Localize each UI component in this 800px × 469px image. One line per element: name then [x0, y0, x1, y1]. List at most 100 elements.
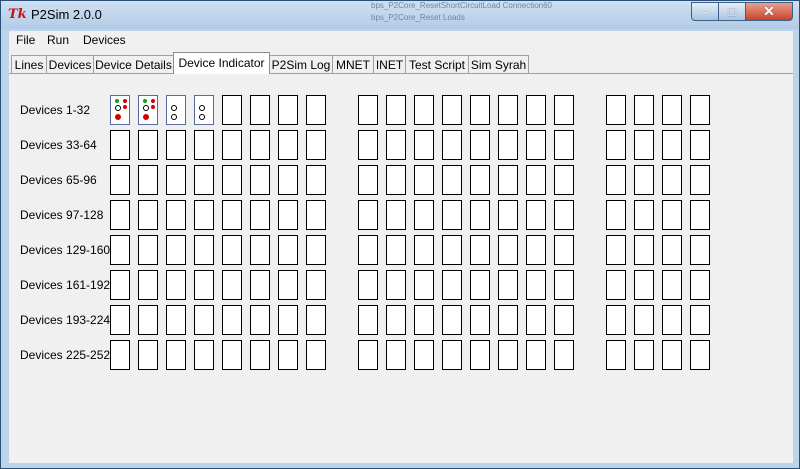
device-indicator-cell[interactable]: [554, 95, 574, 125]
device-indicator-cell[interactable]: [442, 200, 462, 230]
device-indicator-cell[interactable]: [470, 340, 490, 370]
menu-devices[interactable]: Devices: [83, 33, 126, 47]
device-indicator-cell[interactable]: [442, 235, 462, 265]
device-indicator-cell[interactable]: [138, 235, 158, 265]
device-indicator-cell[interactable]: [470, 270, 490, 300]
device-indicator-cell[interactable]: [194, 340, 214, 370]
device-indicator-cell[interactable]: [526, 200, 546, 230]
device-indicator-cell[interactable]: [250, 130, 270, 160]
device-indicator-cell[interactable]: [634, 200, 654, 230]
device-indicator-cell[interactable]: [194, 130, 214, 160]
device-indicator-cell[interactable]: [414, 305, 434, 335]
device-indicator-cell[interactable]: [526, 95, 546, 125]
device-indicator-cell[interactable]: [690, 200, 710, 230]
device-indicator-cell[interactable]: [498, 305, 518, 335]
device-indicator-cell[interactable]: [554, 130, 574, 160]
device-indicator-cell[interactable]: [470, 305, 490, 335]
device-indicator-cell[interactable]: [166, 95, 186, 125]
device-indicator-cell[interactable]: [442, 340, 462, 370]
device-indicator-cell[interactable]: [138, 305, 158, 335]
device-indicator-cell[interactable]: [250, 305, 270, 335]
minimize-button[interactable]: –: [691, 2, 719, 21]
device-indicator-cell[interactable]: [414, 235, 434, 265]
tab-device-details[interactable]: Device Details: [93, 55, 174, 73]
device-indicator-cell[interactable]: [250, 200, 270, 230]
device-indicator-cell[interactable]: [306, 270, 326, 300]
device-indicator-cell[interactable]: [662, 305, 682, 335]
device-indicator-cell[interactable]: [278, 130, 298, 160]
device-indicator-cell[interactable]: [194, 165, 214, 195]
device-indicator-cell[interactable]: [526, 270, 546, 300]
device-indicator-cell[interactable]: [634, 95, 654, 125]
device-indicator-cell[interactable]: [386, 200, 406, 230]
device-indicator-cell[interactable]: [278, 270, 298, 300]
device-indicator-cell[interactable]: [138, 340, 158, 370]
device-indicator-cell[interactable]: [306, 130, 326, 160]
device-indicator-cell[interactable]: [498, 235, 518, 265]
tab-mnet[interactable]: MNET: [332, 55, 374, 73]
device-indicator-cell[interactable]: [634, 165, 654, 195]
device-indicator-cell[interactable]: [166, 165, 186, 195]
device-indicator-cell[interactable]: [690, 270, 710, 300]
device-indicator-cell[interactable]: [250, 165, 270, 195]
device-indicator-cell[interactable]: [306, 235, 326, 265]
device-indicator-cell[interactable]: [470, 95, 490, 125]
device-indicator-cell[interactable]: [386, 235, 406, 265]
device-indicator-cell[interactable]: [166, 270, 186, 300]
device-indicator-cell[interactable]: [690, 165, 710, 195]
device-indicator-cell[interactable]: [498, 165, 518, 195]
device-indicator-cell[interactable]: [306, 200, 326, 230]
tab-device-indicator[interactable]: Device Indicator: [173, 52, 270, 74]
device-indicator-cell[interactable]: [498, 200, 518, 230]
device-indicator-cell[interactable]: [554, 305, 574, 335]
device-indicator-cell[interactable]: [166, 130, 186, 160]
device-indicator-cell[interactable]: [414, 270, 434, 300]
device-indicator-cell[interactable]: [470, 165, 490, 195]
device-indicator-cell[interactable]: [554, 340, 574, 370]
device-indicator-cell[interactable]: [386, 130, 406, 160]
device-indicator-cell[interactable]: [278, 235, 298, 265]
device-indicator-cell[interactable]: [278, 200, 298, 230]
device-indicator-cell[interactable]: [194, 235, 214, 265]
device-indicator-cell[interactable]: [306, 340, 326, 370]
device-indicator-cell[interactable]: [634, 270, 654, 300]
device-indicator-cell[interactable]: [634, 235, 654, 265]
device-indicator-cell[interactable]: [194, 200, 214, 230]
device-indicator-cell[interactable]: [498, 270, 518, 300]
device-indicator-cell[interactable]: [606, 305, 626, 335]
device-indicator-cell[interactable]: [554, 235, 574, 265]
device-indicator-cell[interactable]: [194, 95, 214, 125]
device-indicator-cell[interactable]: [498, 130, 518, 160]
device-indicator-cell[interactable]: [662, 235, 682, 265]
device-indicator-cell[interactable]: [606, 270, 626, 300]
device-indicator-cell[interactable]: [358, 305, 378, 335]
device-indicator-cell[interactable]: [278, 340, 298, 370]
device-indicator-cell[interactable]: [414, 130, 434, 160]
device-indicator-cell[interactable]: [138, 95, 158, 125]
device-indicator-cell[interactable]: [526, 340, 546, 370]
device-indicator-cell[interactable]: [606, 200, 626, 230]
device-indicator-cell[interactable]: [414, 340, 434, 370]
device-indicator-cell[interactable]: [606, 235, 626, 265]
device-indicator-cell[interactable]: [306, 305, 326, 335]
device-indicator-cell[interactable]: [386, 270, 406, 300]
tab-p2sim-log[interactable]: P2Sim Log: [269, 55, 333, 73]
device-indicator-cell[interactable]: [110, 305, 130, 335]
device-indicator-cell[interactable]: [662, 130, 682, 160]
tab-sim-syrah[interactable]: Sim Syrah: [468, 55, 529, 73]
device-indicator-cell[interactable]: [110, 165, 130, 195]
device-indicator-cell[interactable]: [278, 165, 298, 195]
device-indicator-cell[interactable]: [250, 270, 270, 300]
device-indicator-cell[interactable]: [442, 130, 462, 160]
title-bar[interactable]: Tk P2Sim 2.0.0 bps_P2Core_ResetShortCirc…: [1, 1, 799, 29]
device-indicator-cell[interactable]: [442, 95, 462, 125]
device-indicator-cell[interactable]: [166, 305, 186, 335]
device-indicator-cell[interactable]: [606, 340, 626, 370]
device-indicator-cell[interactable]: [662, 340, 682, 370]
device-indicator-cell[interactable]: [250, 95, 270, 125]
device-indicator-cell[interactable]: [606, 165, 626, 195]
device-indicator-cell[interactable]: [606, 95, 626, 125]
device-indicator-cell[interactable]: [690, 130, 710, 160]
device-indicator-cell[interactable]: [634, 340, 654, 370]
device-indicator-cell[interactable]: [110, 130, 130, 160]
